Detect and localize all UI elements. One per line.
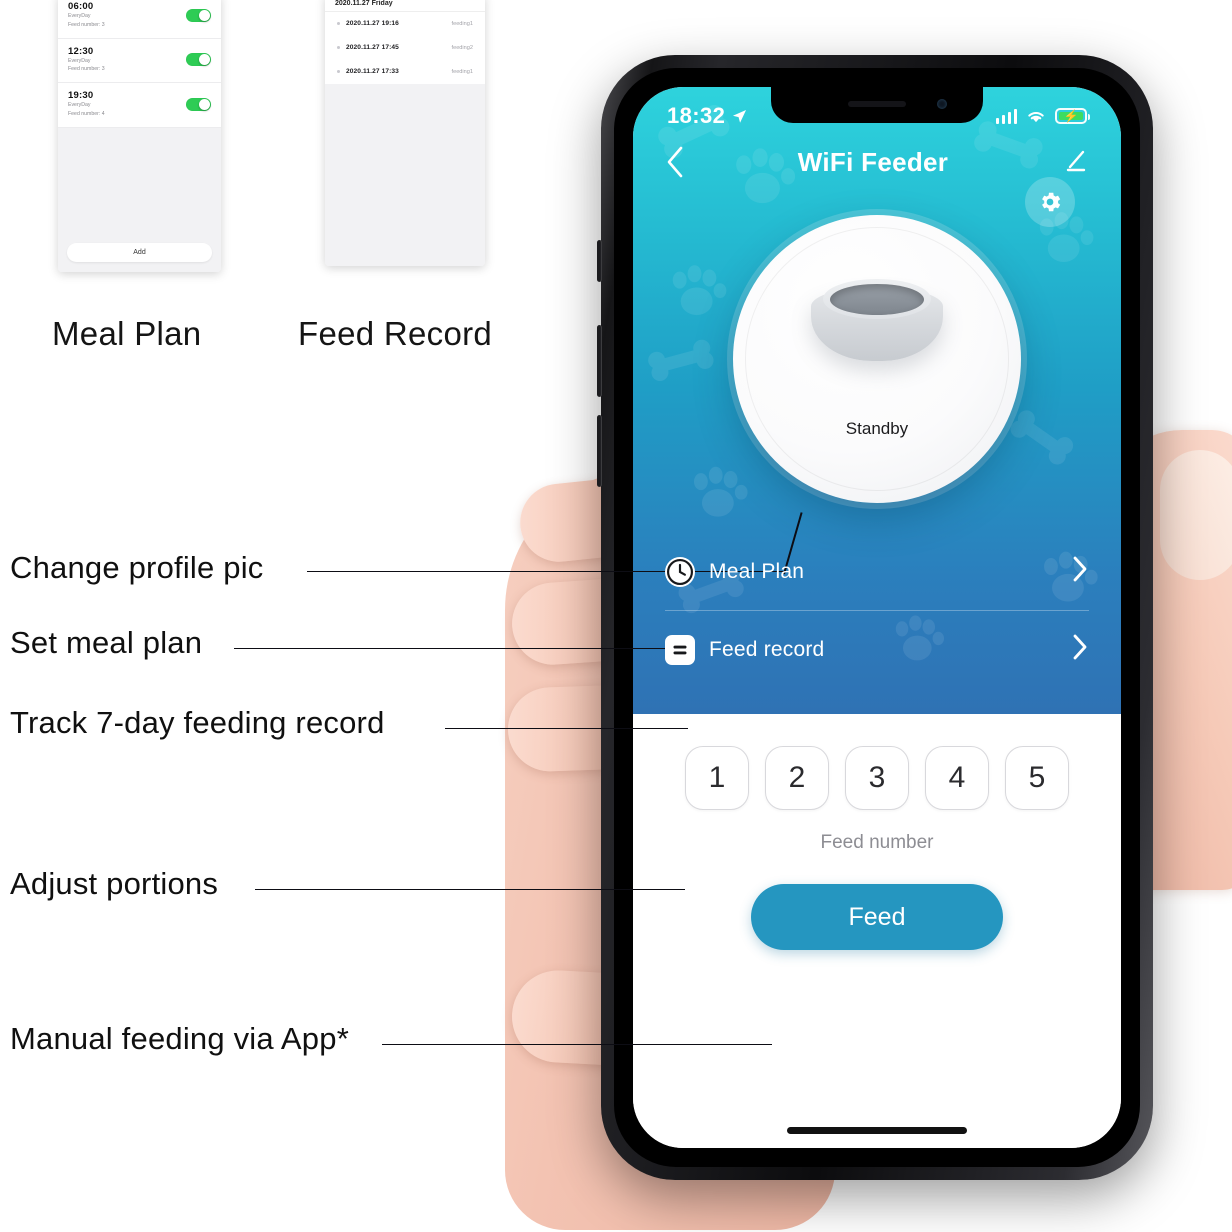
bullet-icon — [337, 70, 340, 73]
leader-line-portions — [255, 889, 685, 890]
meal-feed-number: Feed number: 3 — [68, 66, 105, 73]
feed-record-thumbnail: 2020.11.27 Friday 2020.11.27 19:16 feedi… — [325, 0, 485, 266]
app-menu-list: Meal Plan Feed record — [633, 533, 1121, 688]
portion-option-5[interactable]: 5 — [1005, 746, 1069, 810]
meal-repeat: EveryDay — [68, 57, 91, 64]
feed-record-empty-space — [325, 86, 485, 266]
meal-feed-number: Feed number: 4 — [68, 110, 105, 117]
annotation-change-profile-pic: Change profile pic — [10, 550, 264, 585]
edit-button[interactable] — [1061, 148, 1089, 176]
portion-option-2[interactable]: 2 — [765, 746, 829, 810]
meal-plan-caption: Meal Plan — [52, 315, 202, 352]
status-indicators: ⚡ — [995, 108, 1090, 124]
feed-record-row: 2020.11.27 19:16 feeding1 — [325, 12, 485, 36]
add-meal-button[interactable]: Add — [67, 243, 212, 262]
annotation-manual-feeding: Manual feeding via App* — [10, 1021, 349, 1056]
back-button[interactable] — [665, 145, 685, 179]
record-timestamp: 2020.11.27 17:45 — [346, 44, 399, 51]
bullet-icon — [337, 46, 340, 49]
record-tag: feeding1 — [451, 68, 473, 75]
feed-button[interactable]: Feed — [751, 884, 1003, 950]
settings-button[interactable] — [1025, 177, 1075, 227]
feed-record-row: 2020.11.27 17:33 feeding1 — [325, 60, 485, 84]
earpiece-speaker — [848, 101, 906, 107]
volume-up-button[interactable] — [597, 325, 602, 397]
clock-icon — [665, 556, 695, 587]
phone-screen: 18:32 ⚡ WiFi Feeder Standby Meal Plan Fe… — [633, 87, 1121, 1148]
notch — [771, 87, 983, 123]
pet-feeder-bowl-image — [803, 273, 951, 365]
record-tag: feeding1 — [451, 20, 473, 27]
signal-bars-icon — [995, 108, 1017, 124]
chevron-right-icon — [1072, 555, 1089, 588]
feed-record-date-header: 2020.11.27 Friday — [325, 0, 485, 12]
meal-toggle[interactable] — [186, 53, 211, 67]
gear-icon — [1042, 192, 1061, 212]
status-time: 18:32 — [667, 103, 726, 128]
thumbnail-nail — [1160, 450, 1232, 580]
status-time-group: 18:32 — [667, 103, 747, 129]
leader-line-meal-plan — [234, 648, 686, 649]
feed-record-row: 2020.11.27 17:45 feeding2 — [325, 36, 485, 60]
chevron-right-icon — [1072, 633, 1089, 666]
meal-time: 06:00 — [68, 1, 94, 12]
product-infographic: 06:00 EveryDay Feed number: 3 12:30 Ever… — [0, 0, 1232, 1232]
battery-charging-icon: ⚡ — [1055, 108, 1090, 124]
meal-time: 19:30 — [68, 90, 94, 102]
charging-bolt-icon: ⚡ — [1063, 109, 1079, 123]
meal-plan-thumbnail: 06:00 EveryDay Feed number: 3 12:30 Ever… — [58, 0, 221, 272]
record-timestamp: 2020.11.27 17:33 — [346, 68, 399, 75]
menu-label-meal-plan: Meal Plan — [709, 559, 805, 583]
volume-down-button[interactable] — [597, 415, 602, 487]
feed-record-caption: Feed Record — [298, 315, 493, 352]
record-tag: feeding2 — [451, 44, 473, 51]
home-indicator[interactable] — [787, 1127, 967, 1134]
annotation-adjust-portions: Adjust portions — [10, 866, 219, 901]
leader-line-feed-button — [382, 1044, 772, 1045]
bullet-icon — [337, 22, 340, 25]
device-status-label: Standby — [845, 419, 909, 438]
feed-number-label: Feed number — [820, 832, 934, 853]
portion-option-4[interactable]: 4 — [925, 746, 989, 810]
device-image-container[interactable]: Standby — [633, 191, 1121, 533]
menu-label-feed-record: Feed record — [709, 637, 825, 661]
meal-time: 12:30 — [68, 45, 94, 57]
front-camera — [937, 99, 947, 109]
wifi-icon — [1028, 111, 1044, 122]
meal-repeat: EveryDay — [68, 102, 91, 109]
meal-plan-row[interactable]: 19:30 EveryDay Feed number: 4 — [58, 83, 221, 128]
annotation-track-feeding-record: Track 7-day feeding record — [10, 705, 385, 740]
leader-line-feed-record — [445, 728, 688, 729]
mute-switch[interactable] — [597, 240, 602, 282]
menu-item-feed-record[interactable]: Feed record — [665, 611, 1089, 688]
meal-repeat: EveryDay — [68, 13, 91, 19]
meal-feed-number: Feed number: 3 — [68, 21, 105, 28]
menu-item-meal-plan[interactable]: Meal Plan — [665, 533, 1089, 610]
portion-option-3[interactable]: 3 — [845, 746, 909, 810]
location-arrow-icon — [733, 109, 747, 123]
portion-option-1[interactable]: 1 — [685, 746, 749, 810]
meal-plan-row[interactable]: 06:00 EveryDay Feed number: 3 — [58, 0, 221, 39]
feed-number-selector: 1 2 3 4 5 — [685, 746, 1069, 810]
record-timestamp: 2020.11.27 19:16 — [346, 20, 399, 27]
meal-plan-row[interactable]: 12:30 EveryDay Feed number: 3 — [58, 39, 221, 84]
annotation-set-meal-plan: Set meal plan — [10, 625, 203, 660]
app-bottom-section: 1 2 3 4 5 Feed number Feed — [633, 714, 1121, 1148]
record-list-icon — [665, 634, 695, 665]
app-top-section: 18:32 ⚡ WiFi Feeder Standby Meal Plan Fe… — [633, 87, 1121, 714]
meal-toggle[interactable] — [186, 8, 211, 22]
phone-device: 18:32 ⚡ WiFi Feeder Standby Meal Plan Fe… — [597, 55, 1153, 1180]
device-profile-picture[interactable]: Standby — [733, 215, 1021, 503]
meal-toggle[interactable] — [186, 97, 211, 111]
page-title: WiFi Feeder — [797, 146, 949, 177]
meal-plan-empty-space — [58, 127, 221, 235]
